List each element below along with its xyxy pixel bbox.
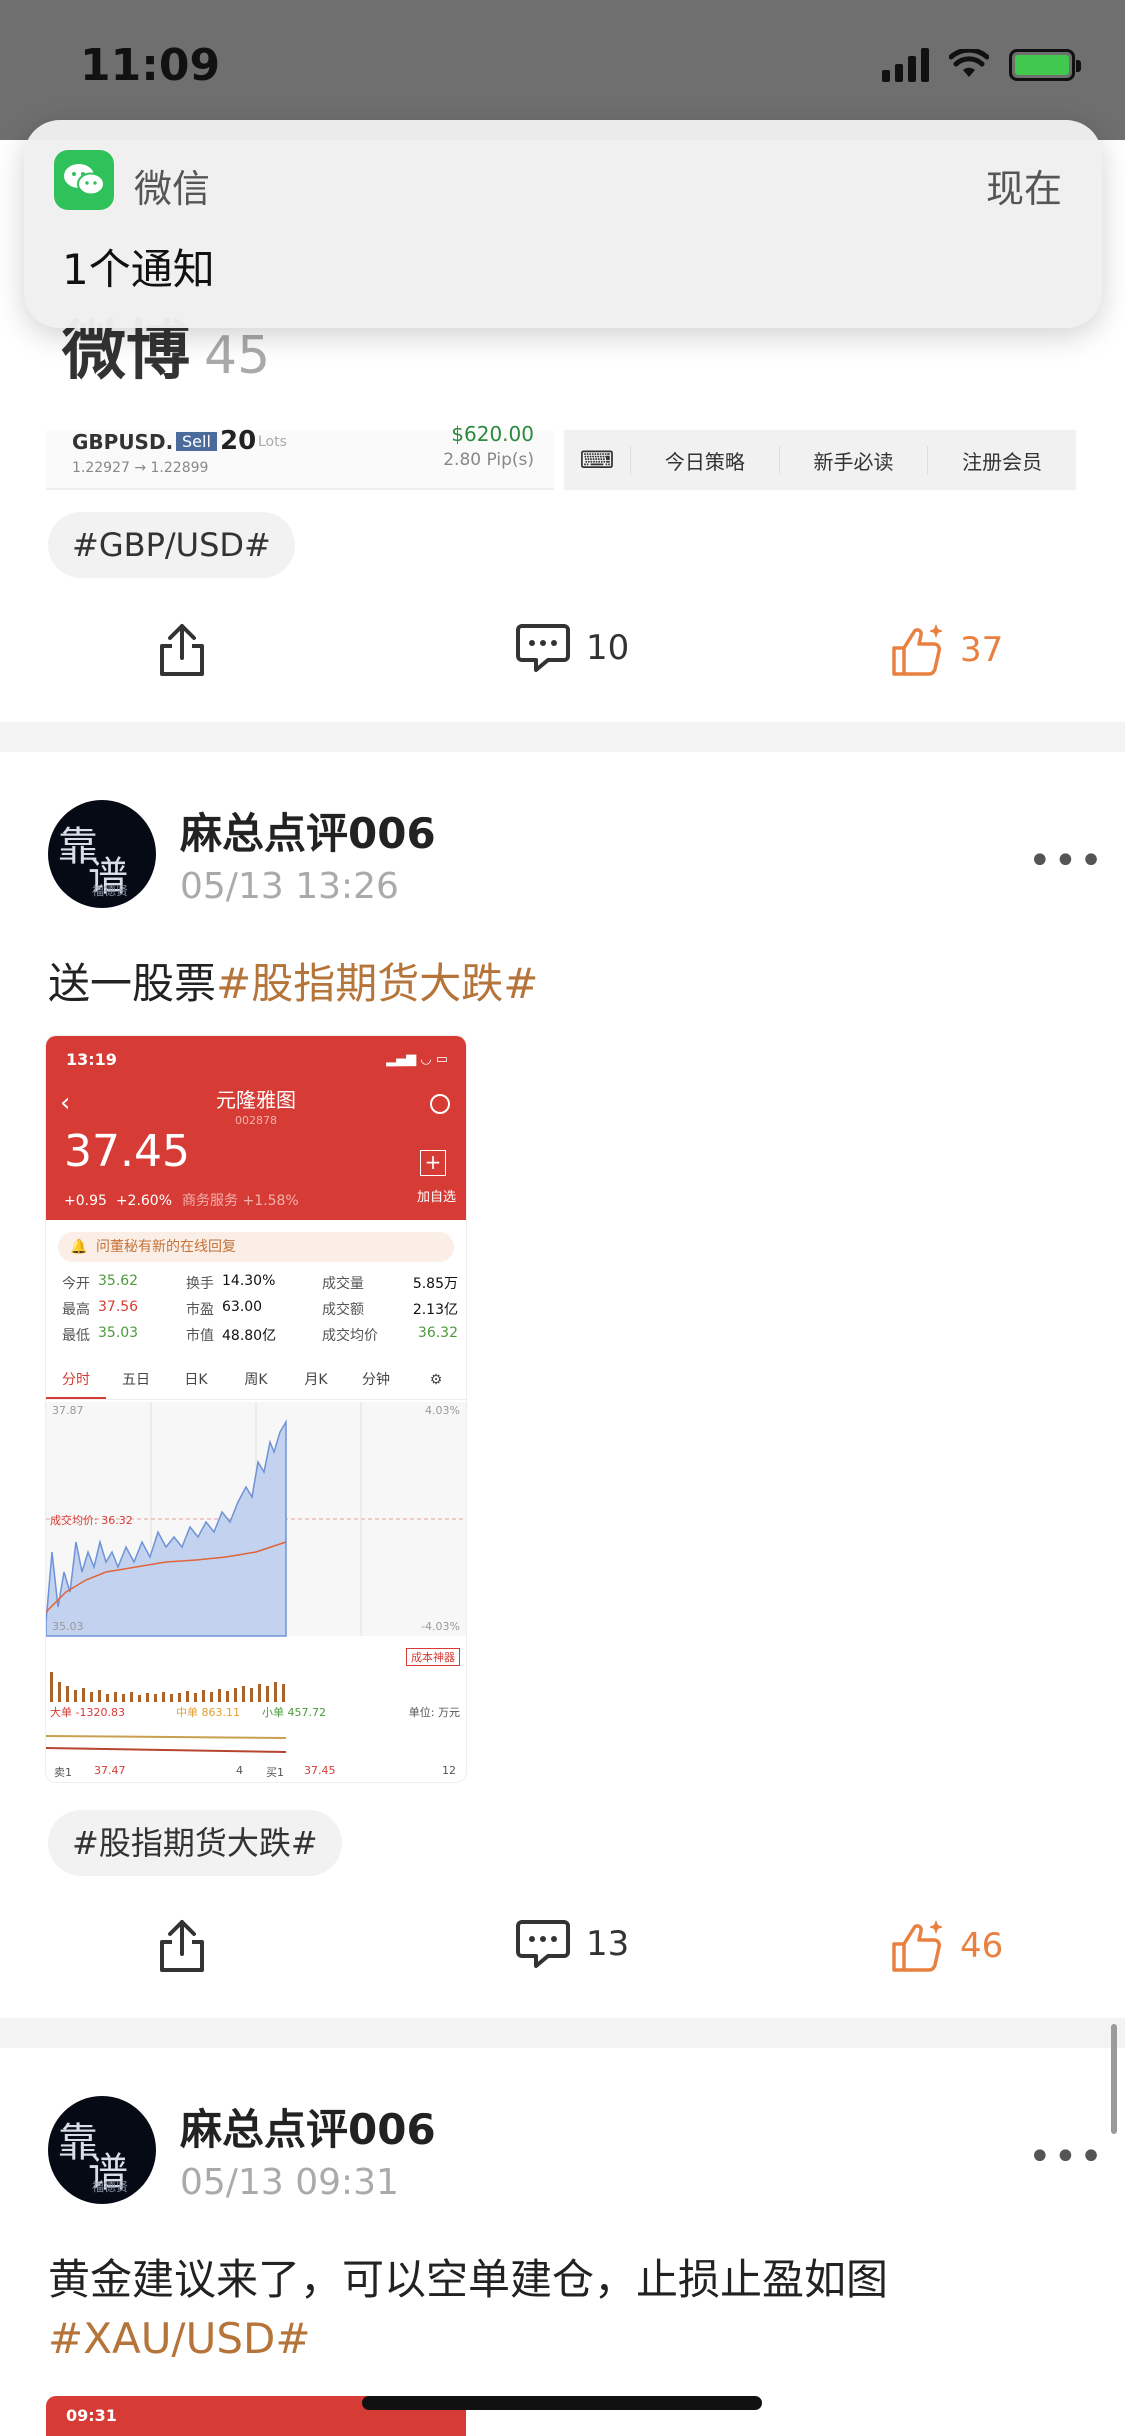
add-watchlist-label: 加自选 xyxy=(416,1190,456,1205)
stock-stats: 今开 35.62 换手 14.30% 成交量 5.85万 最高 37.56 市盈 63.0… xyxy=(62,1273,458,1344)
wechat-notification-banner[interactable]: 微信 现在 1个通知 xyxy=(24,120,1102,328)
comment-icon xyxy=(516,624,570,672)
avatar[interactable]: 靠 谱 福德贤 xyxy=(48,2096,156,2204)
share-button[interactable] xyxy=(156,622,208,678)
post-image-stock[interactable]: 13:19 ▂▄▆ ◡ ▭ ‹ 元隆雅图 002878 37.45 + 加自选 … xyxy=(46,1036,466,1782)
status-icons: ▂▄▆ ◡ ▭ xyxy=(386,1052,448,1067)
weibo-feed-screen: 11:09 微博 45 GBPUSD. Sell 20 Lots 1.22927 … xyxy=(0,0,1125,2436)
stock-price: 37.45 xyxy=(64,1126,190,1177)
more-options-button[interactable]: ••• xyxy=(1028,838,1105,884)
more-options-button[interactable]: ••• xyxy=(1028,2134,1105,2180)
inline-topic-tag[interactable]: #股指期货大跌# xyxy=(216,959,538,1008)
thumbs-up-icon xyxy=(892,624,943,676)
trade-lots-unit: Lots xyxy=(258,434,287,450)
post-divider xyxy=(0,722,1125,752)
home-indicator[interactable] xyxy=(362,2396,762,2410)
comment-count: 13 xyxy=(586,1924,630,1964)
comment-count: 10 xyxy=(586,628,630,668)
trade-pips: 2.80 Pip(s) xyxy=(443,450,534,470)
notification-app-name: 微信 xyxy=(134,167,211,211)
thumbs-up-icon xyxy=(892,1920,943,1972)
avatar[interactable]: 靠 谱 福德贤 xyxy=(48,800,156,908)
status-bar: 11:09 xyxy=(0,0,1125,140)
trade-side: Sell xyxy=(176,432,217,451)
keyboard-icon: ⌨ xyxy=(579,446,615,474)
like-button[interactable]: 46 xyxy=(890,1918,1003,1974)
post-prev-actions: 10 37 xyxy=(0,622,1125,702)
status-icons xyxy=(882,48,1081,82)
wechat-icon xyxy=(54,150,114,210)
like-count: 37 xyxy=(960,630,1004,670)
post-text: 送一股票#股指期货大跌# xyxy=(48,959,539,1008)
post-text: 黄金建议来了，可以空单建仓，止损止盈如图 xyxy=(48,2255,889,2304)
stock-change: +0.95 +2.60% 商务服务 +1.58% xyxy=(64,1193,299,1209)
chart-tabs: 分时 五日 日K 周K 月K 分钟 ⚙ xyxy=(46,1360,466,1400)
share-icon xyxy=(160,624,204,676)
battery-icon xyxy=(1009,49,1081,81)
share-icon xyxy=(160,1920,204,1972)
trade-range: 1.22927 → 1.22899 xyxy=(72,460,209,476)
comment-icon xyxy=(516,1920,570,1968)
comment-button[interactable]: 10 xyxy=(514,622,629,674)
post-divider xyxy=(0,2018,1125,2048)
menu-item: 注册会员 xyxy=(927,445,1076,475)
stock-header: 13:19 ▂▄▆ ◡ ▭ ‹ 元隆雅图 002878 37.45 + 加自选 … xyxy=(46,1036,466,1220)
comment-button[interactable]: 13 xyxy=(514,1918,629,1970)
like-button[interactable]: 37 xyxy=(890,622,1003,678)
bell-icon: 🔔 xyxy=(70,1239,88,1255)
search-icon xyxy=(430,1094,450,1114)
notification-body: 1个通知 xyxy=(62,245,215,294)
trade-pair: GBPUSD. xyxy=(72,430,174,454)
trade-amount: $620.00 xyxy=(451,422,534,446)
intraday-chart: 37.87 4.03% 成交均价: 36.32 35.03 -4.03% 成本神… xyxy=(46,1402,466,1782)
post-date: 05/13 13:26 xyxy=(180,866,399,907)
trade-summary: GBPUSD. Sell 20 Lots 1.22927 → 1.22899 $… xyxy=(46,422,554,490)
topic-tag[interactable]: #GBP/USD# xyxy=(48,512,295,578)
wifi-icon xyxy=(949,49,989,77)
add-icon: + xyxy=(420,1150,446,1176)
post-actions: 13 46 xyxy=(0,1918,1125,1998)
post-prev-image[interactable]: GBPUSD. Sell 20 Lots 1.22927 → 1.22899 $… xyxy=(46,422,1076,490)
topic-tag[interactable]: #股指期货大跌# xyxy=(48,1810,342,1876)
stock-name: 元隆雅图 xyxy=(216,1088,296,1112)
post-date: 05/13 09:31 xyxy=(180,2162,399,2203)
share-button[interactable] xyxy=(156,1918,208,1974)
author-name[interactable]: 麻总点评006 xyxy=(180,2096,436,2157)
stock-notice: 🔔 问董秘有新的在线回复 xyxy=(58,1232,454,1262)
notification-time: 现在 xyxy=(985,167,1062,211)
inline-topic-tag[interactable]: #XAU/USD# xyxy=(48,2314,311,2363)
menu-item: 新手必读 xyxy=(778,445,928,475)
scrollbar[interactable] xyxy=(1111,2024,1117,2134)
author-name[interactable]: 麻总点评006 xyxy=(180,800,436,861)
cellular-signal-icon xyxy=(882,48,929,82)
menu-item: 今日策略 xyxy=(630,445,779,475)
like-count: 46 xyxy=(960,1926,1004,1966)
status-time: 11:09 xyxy=(80,40,221,91)
trade-menu: ⌨ 今日策略 新手必读 注册会员 xyxy=(564,430,1076,490)
trade-lots: 20 xyxy=(220,426,257,456)
